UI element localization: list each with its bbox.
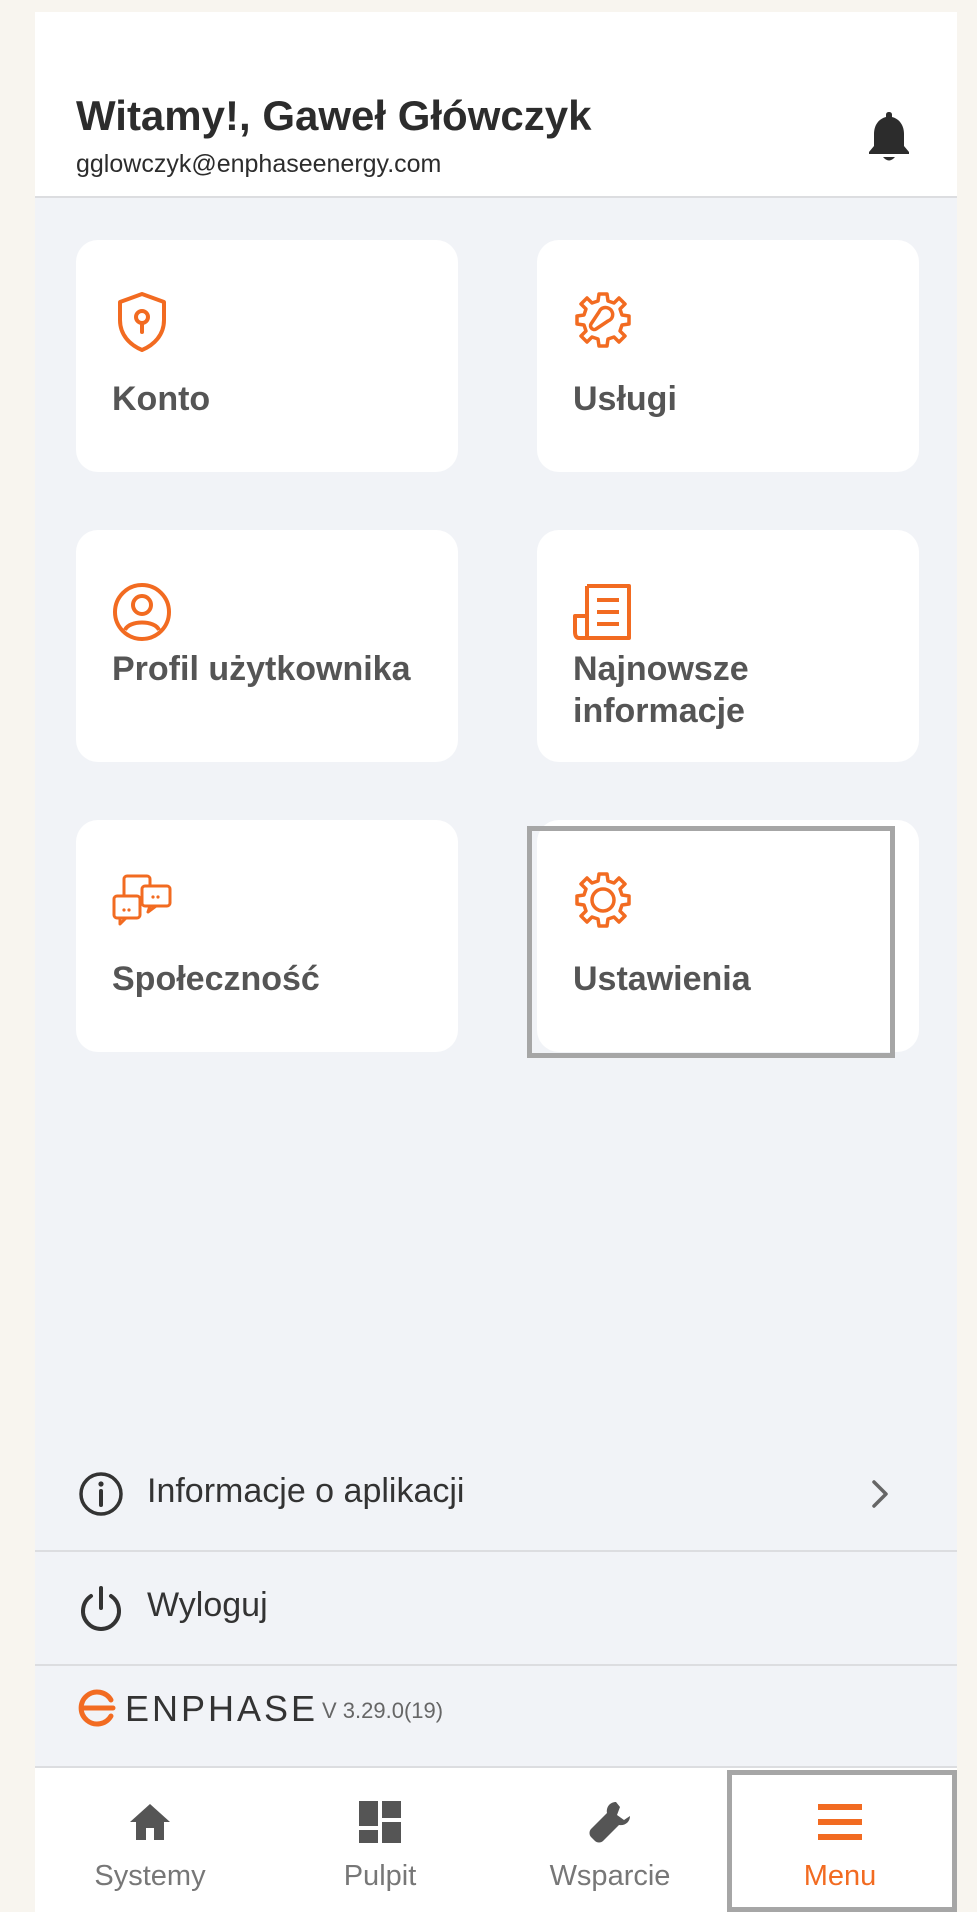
user-email: gglowczyk@enphaseenergy.com	[76, 150, 442, 178]
tab-label: Wsparcie	[549, 1860, 671, 1892]
gear-wrench-icon	[575, 292, 631, 348]
menu-icon	[818, 1804, 862, 1840]
tab-systemy[interactable]: Systemy	[35, 1768, 265, 1912]
tile-label: Usługi	[573, 380, 677, 418]
tile-label: Ustawienia	[573, 960, 751, 998]
wrench-icon	[589, 1802, 630, 1843]
tab-bar: Systemy Pulpit Wsparcie Menu	[35, 1766, 957, 1912]
tile-label: Profil użytkownika	[112, 650, 411, 688]
power-icon	[81, 1586, 121, 1631]
about-app-row[interactable]: Informacje o aplikacji	[35, 1438, 957, 1550]
dashboard-icon	[359, 1801, 401, 1843]
home-icon	[130, 1804, 170, 1840]
tile-label: Konto	[112, 380, 211, 418]
app-screen: Witamy!, Gaweł Główczyk gglowczyk@enphas…	[35, 12, 957, 1912]
tile-ustawienia[interactable]: Ustawienia	[537, 820, 919, 1052]
tab-label: Menu	[803, 1860, 877, 1892]
logout-label: Wyloguj	[147, 1586, 268, 1624]
chat-bubbles-icon	[112, 874, 172, 926]
user-profile-icon	[113, 583, 171, 641]
shield-lock-icon	[118, 292, 166, 352]
tile-label: Społeczność	[112, 960, 320, 998]
greeting-title: Witamy!, Gaweł Główczyk	[76, 92, 592, 139]
tab-pulpit[interactable]: Pulpit	[265, 1768, 495, 1912]
tab-menu[interactable]: Menu	[725, 1768, 955, 1912]
tile-profil-uzytkownika[interactable]: Profil użytkownika	[76, 530, 458, 762]
tab-label: Systemy	[94, 1860, 206, 1892]
chevron-right-icon	[872, 1480, 888, 1508]
tile-konto[interactable]: Konto	[76, 240, 458, 472]
gear-icon	[575, 872, 631, 928]
header: Witamy!, Gaweł Główczyk gglowczyk@enphas…	[35, 12, 957, 198]
bell-icon[interactable]	[863, 108, 915, 164]
news-icon	[573, 584, 631, 640]
tile-spolecznosc[interactable]: Społeczność	[76, 820, 458, 1052]
brand-name: ENPHASE	[125, 1688, 319, 1729]
tile-label: Najnowsze informacje	[573, 650, 749, 730]
divider	[35, 1664, 957, 1666]
info-icon	[79, 1472, 123, 1516]
about-app-label: Informacje o aplikacji	[147, 1472, 465, 1510]
tile-najnowsze-informacje[interactable]: Najnowsze informacje	[537, 530, 919, 762]
tile-uslugi[interactable]: Usługi	[537, 240, 919, 472]
tab-wsparcie[interactable]: Wsparcie	[495, 1768, 725, 1912]
enphase-logo-icon	[78, 1689, 116, 1727]
tab-label: Pulpit	[343, 1860, 417, 1892]
app-version: V 3.29.0(19)	[322, 1698, 444, 1723]
logout-row[interactable]: Wyloguj	[35, 1552, 957, 1664]
